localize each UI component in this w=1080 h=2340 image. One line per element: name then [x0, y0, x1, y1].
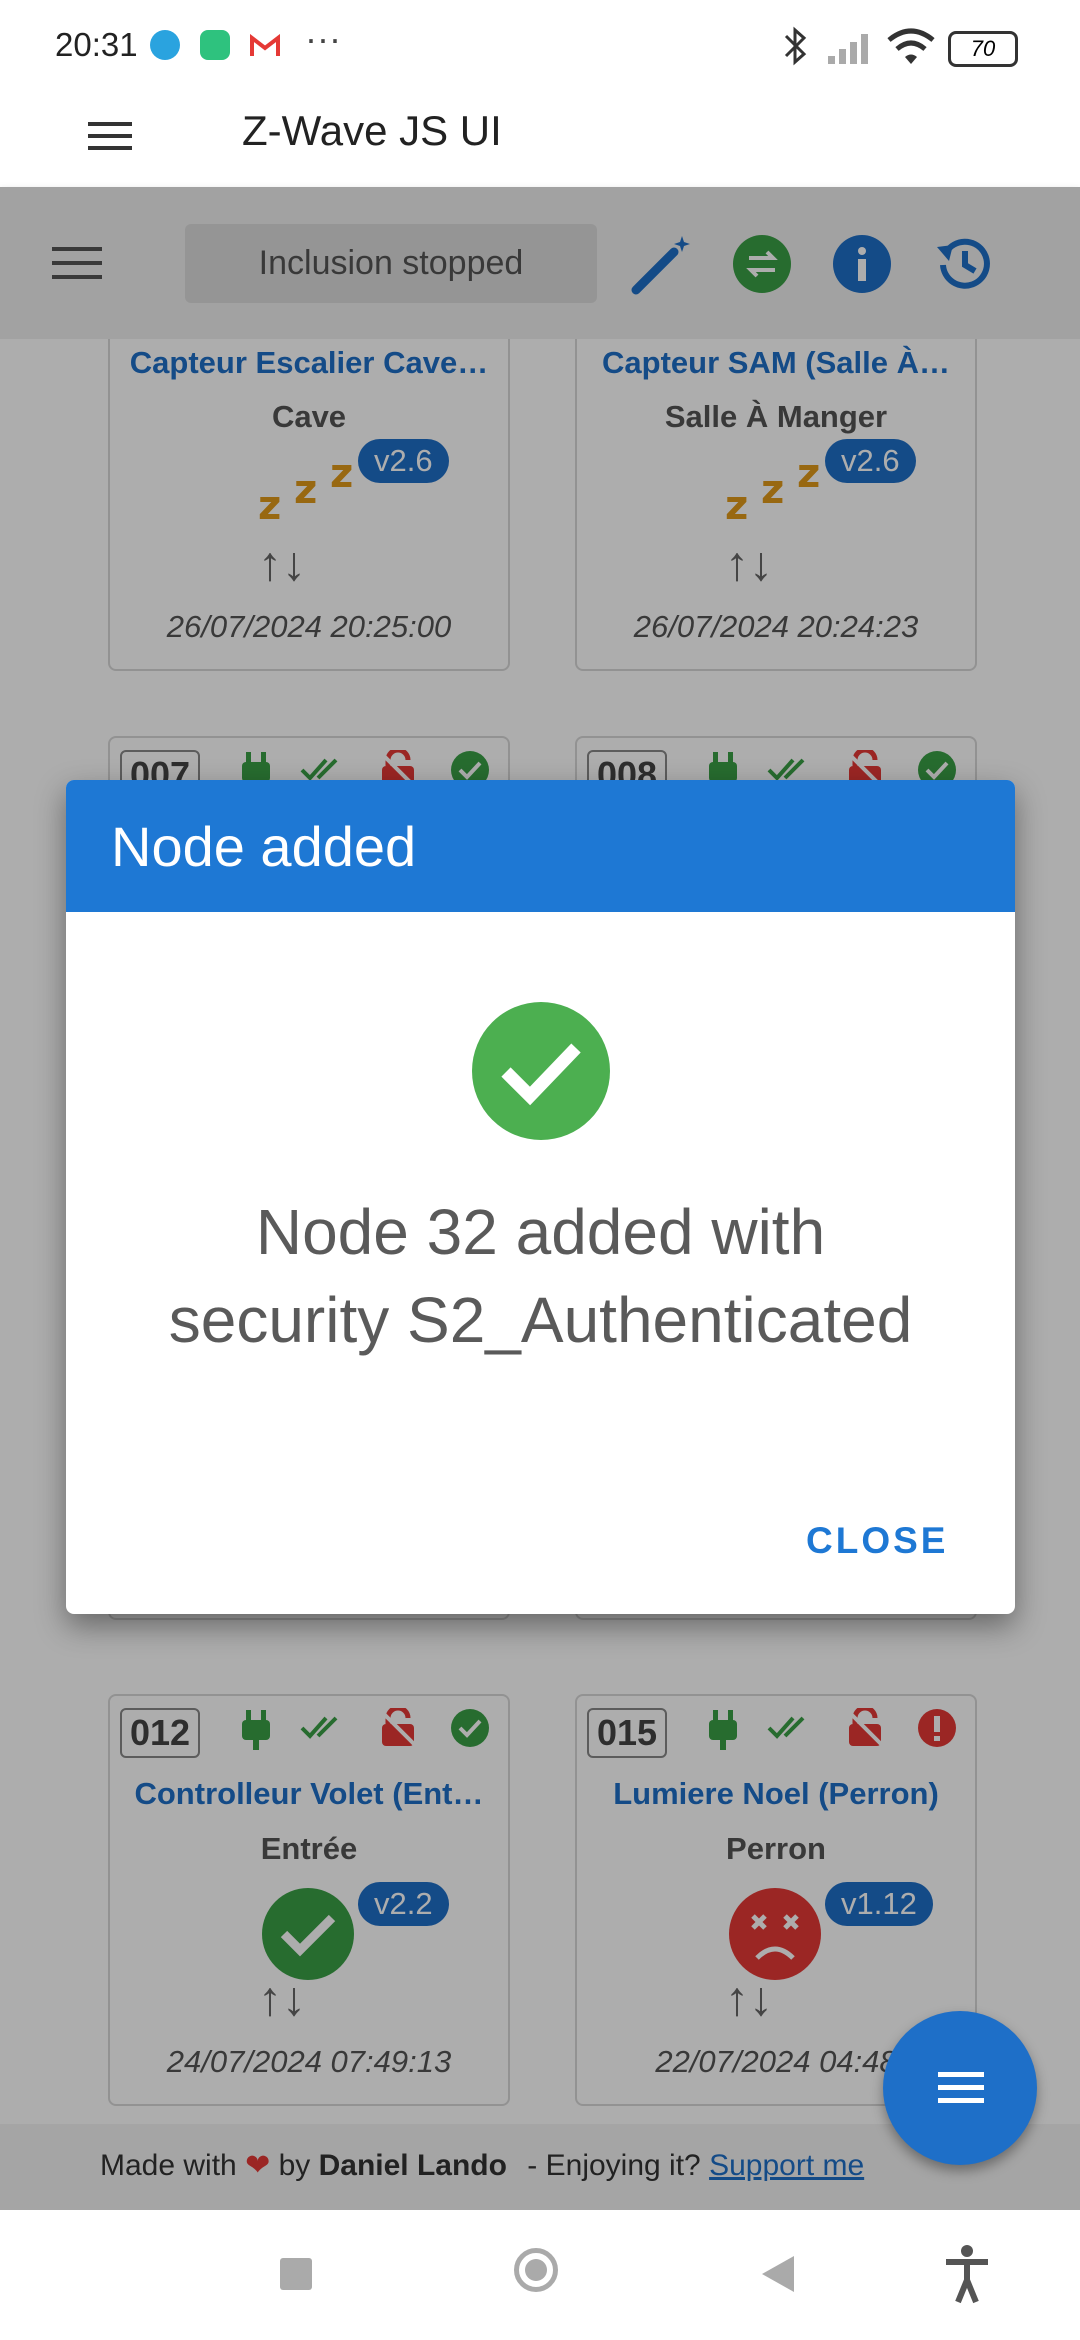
- node-added-dialog: Node added Node 32 added with security S…: [66, 780, 1015, 1614]
- telegram-icon: [150, 30, 180, 60]
- menu-icon[interactable]: [88, 116, 132, 156]
- dialog-message-line1: Node 32 added with: [255, 1196, 826, 1268]
- battery-level: 70: [970, 36, 996, 61]
- gmail-icon: [250, 34, 280, 56]
- recents-button[interactable]: [280, 2258, 312, 2290]
- menu-icon: [938, 2072, 984, 2103]
- fab-menu-button[interactable]: [883, 2011, 1037, 2165]
- system-nav-bar: [0, 2210, 1080, 2340]
- close-button[interactable]: CLOSE: [806, 1520, 948, 1562]
- dialog-title: Node added: [111, 815, 417, 878]
- success-check-icon: [472, 1002, 610, 1140]
- battery-icon: 70: [948, 31, 1018, 67]
- dialog-message: Node 32 added with security S2_Authentic…: [66, 1188, 1015, 1364]
- dialog-header: Node added: [66, 780, 1015, 912]
- more-notifications-icon: ···: [305, 18, 341, 59]
- accessibility-icon[interactable]: [942, 2244, 992, 2304]
- dialog-message-line2: security S2_Authenticated: [168, 1284, 913, 1356]
- app-bar: Z-Wave JS UI: [0, 92, 1080, 187]
- shield-app-icon: [200, 30, 230, 60]
- home-button[interactable]: [514, 2248, 558, 2292]
- wifi-icon: [887, 28, 935, 64]
- bluetooth-icon: [784, 26, 807, 66]
- status-bar: 20:31 ··· 70: [0, 0, 1080, 92]
- app-title: Z-Wave JS UI: [242, 107, 502, 154]
- status-time: 20:31: [55, 26, 138, 63]
- signal-icon: [828, 34, 868, 64]
- back-button[interactable]: [760, 2254, 796, 2294]
